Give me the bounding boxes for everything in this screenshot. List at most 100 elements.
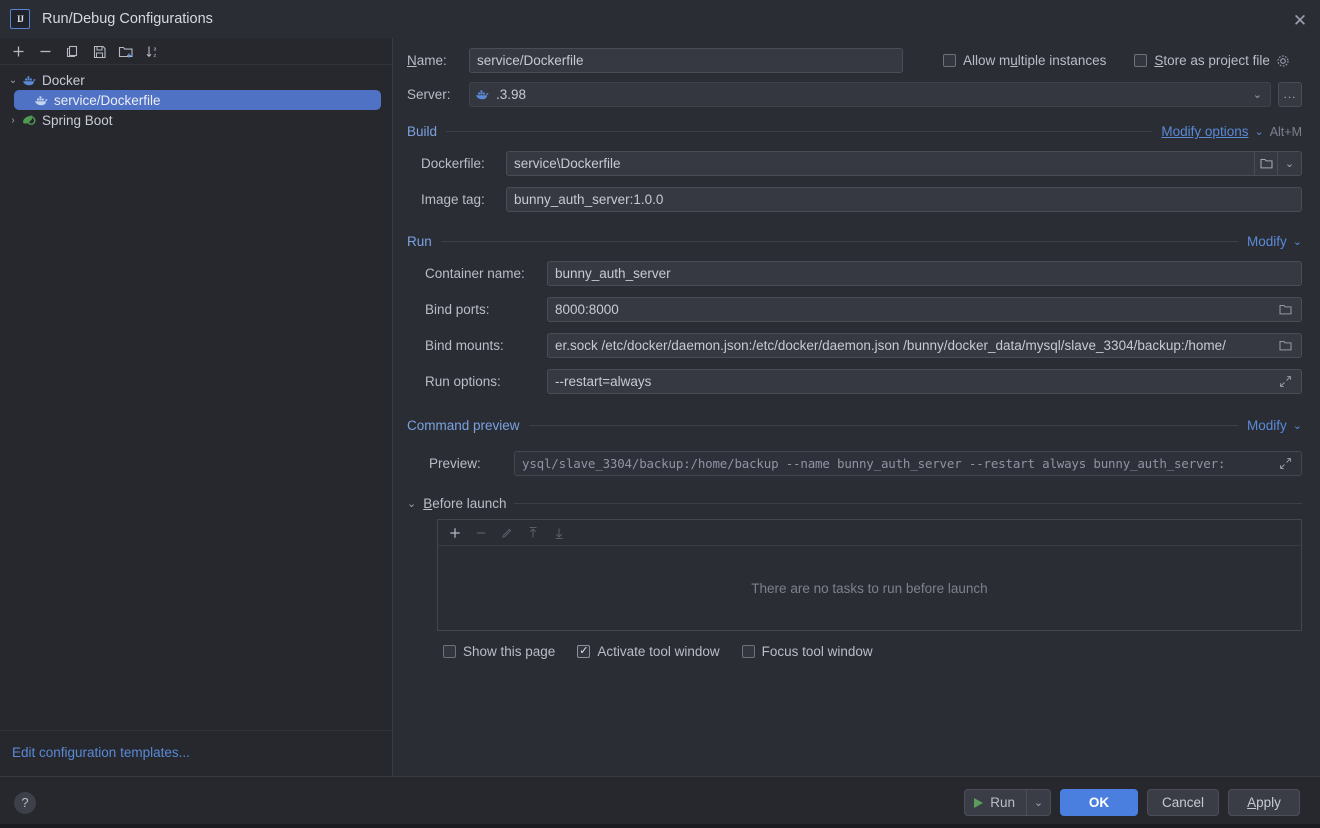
- tree-item-label: service/Dockerfile: [54, 92, 161, 108]
- add-task-button[interactable]: [443, 522, 467, 544]
- server-select[interactable]: .3.98 ⌄: [469, 82, 1271, 107]
- container-name-input[interactable]: bunny_auth_server: [547, 261, 1302, 286]
- folder-add-icon: [118, 46, 133, 57]
- run-options-input[interactable]: --restart=always: [547, 369, 1302, 394]
- chevron-down-icon: ⌄: [1284, 158, 1295, 170]
- plus-icon: [450, 527, 460, 538]
- image-tag-value: bunny_auth_server:1.0.0: [514, 192, 664, 207]
- gear-icon: [1277, 54, 1289, 67]
- allow-multiple-instances-box[interactable]: [943, 54, 956, 67]
- dialog-title: Run/Debug Configurations: [42, 11, 213, 27]
- chevron-down-icon[interactable]: ⌄: [407, 497, 416, 510]
- close-icon[interactable]: ✕: [1288, 8, 1312, 32]
- section-divider: [513, 503, 1302, 504]
- chevron-down-icon[interactable]: ⌄: [1293, 419, 1302, 432]
- chevron-right-icon[interactable]: ›: [6, 113, 20, 127]
- sort-configurations-button[interactable]: a z: [140, 39, 166, 63]
- bind-ports-value: 8000:8000: [555, 302, 619, 317]
- container-name-row: Container name: bunny_auth_server: [407, 261, 1302, 286]
- tree-item-docker[interactable]: ⌄ Docker: [0, 70, 392, 90]
- server-browse-button[interactable]: ...: [1278, 82, 1302, 107]
- show-this-page-label: Show this page: [463, 644, 556, 659]
- bind-ports-row: Bind ports: 8000:8000: [407, 297, 1302, 322]
- configurations-tree[interactable]: ⌄ Docker service/Dockerfile › Spring Boo…: [0, 65, 392, 730]
- move-task-down-button[interactable]: [547, 522, 571, 544]
- store-as-project-file-checkbox[interactable]: Store as project file: [1134, 53, 1290, 68]
- preview-input[interactable]: ysql/slave_3304/backup:/home/backup --na…: [514, 451, 1302, 476]
- remove-configuration-button[interactable]: [32, 39, 58, 63]
- tree-item-label: Spring Boot: [42, 112, 113, 128]
- server-value: .3.98: [496, 87, 527, 102]
- preview-row: Preview: ysql/slave_3304/backup:/home/ba…: [407, 451, 1302, 476]
- bind-ports-browse-icon[interactable]: [1276, 303, 1294, 316]
- play-icon: [974, 797, 984, 808]
- ok-button[interactable]: OK: [1059, 789, 1138, 816]
- configurations-sidebar: a z ⌄ Docker service/Dockerfile › Spring…: [0, 38, 393, 776]
- chevron-down-icon[interactable]: ⌄: [1293, 235, 1302, 248]
- tree-item-service-dockerfile[interactable]: service/Dockerfile: [0, 90, 392, 110]
- bind-mounts-input[interactable]: er.sock /etc/docker/daemon.json:/etc/doc…: [547, 333, 1302, 358]
- bind-ports-label: Bind ports:: [425, 302, 490, 317]
- save-configuration-button[interactable]: [86, 39, 112, 63]
- chevron-down-icon[interactable]: ⌄: [1254, 125, 1263, 138]
- chevron-down-icon[interactable]: ⌄: [1253, 88, 1262, 101]
- dockerfile-dropdown-button[interactable]: ⌄: [1278, 151, 1302, 176]
- cancel-button[interactable]: Cancel: [1146, 789, 1219, 816]
- preview-expand-icon[interactable]: [1276, 457, 1294, 470]
- dialog-titlebar: IJ Run/Debug Configurations ✕: [0, 0, 1320, 38]
- docker-whale-icon: [20, 74, 38, 87]
- focus-tool-window-checkbox[interactable]: Focus tool window: [741, 644, 873, 659]
- apply-button[interactable]: Apply: [1228, 789, 1300, 816]
- name-input-value: service/Dockerfile: [477, 53, 584, 68]
- focus-tool-window-box[interactable]: [741, 645, 755, 658]
- run-dropdown-button[interactable]: ⌄: [1025, 790, 1050, 815]
- build-section-header: Build Modify options ⌄ Alt+M: [407, 124, 1302, 139]
- bind-ports-input[interactable]: 8000:8000: [547, 297, 1302, 322]
- before-launch-toolbar: [438, 520, 1301, 546]
- folder-icon: [1278, 304, 1292, 315]
- chevron-down-icon: ⌄: [1033, 797, 1044, 809]
- sort-alphabetical-icon: a z: [146, 46, 157, 59]
- focus-tool-window-label: Focus tool window: [761, 644, 873, 659]
- run-options-expand-icon[interactable]: [1276, 375, 1294, 388]
- activate-tool-window-checkbox[interactable]: Activate tool window: [577, 644, 720, 659]
- move-task-up-button[interactable]: [521, 522, 545, 544]
- edit-task-button[interactable]: [495, 522, 519, 544]
- remove-task-button[interactable]: [469, 522, 493, 544]
- arrow-down-icon: [555, 528, 563, 539]
- before-launch-header[interactable]: ⌄ Before launch: [407, 496, 1302, 511]
- command-preview-modify-link[interactable]: Modify: [1247, 418, 1287, 433]
- minus-icon: [40, 50, 50, 52]
- name-input[interactable]: service/Dockerfile: [469, 48, 903, 73]
- command-preview-section-header: Command preview Modify ⌄: [407, 418, 1302, 433]
- dockerfile-input[interactable]: service\Dockerfile: [506, 151, 1254, 176]
- chevron-down-icon[interactable]: ⌄: [6, 73, 20, 87]
- command-preview-modify: Modify ⌄: [1247, 418, 1302, 433]
- edit-configuration-templates-link[interactable]: Edit configuration templates...: [12, 745, 190, 760]
- run-debug-configurations-dialog: IJ Run/Debug Configurations ✕ a z ⌄ Dock…: [0, 0, 1320, 828]
- dockerfile-browse-button[interactable]: [1254, 151, 1278, 176]
- plus-icon: [13, 46, 23, 56]
- bind-mounts-browse-icon[interactable]: [1276, 339, 1294, 352]
- image-tag-input[interactable]: bunny_auth_server:1.0.0: [506, 187, 1302, 212]
- bind-mounts-row: Bind mounts: er.sock /etc/docker/daemon.…: [407, 333, 1302, 358]
- show-this-page-box[interactable]: [443, 645, 456, 658]
- run-button-label: Run: [990, 795, 1015, 810]
- image-tag-row: Image tag: bunny_auth_server:1.0.0: [407, 187, 1302, 212]
- activate-tool-window-box[interactable]: [577, 645, 591, 658]
- intellij-logo-text: IJ: [16, 14, 24, 24]
- modify-options-link[interactable]: Modify options: [1161, 124, 1248, 139]
- folder-icon: [1278, 340, 1292, 351]
- run-modify-link[interactable]: Modify: [1247, 234, 1287, 249]
- svg-text:z: z: [154, 53, 157, 59]
- run-button[interactable]: Run: [965, 790, 1026, 815]
- store-as-project-file-box[interactable]: [1134, 54, 1148, 67]
- copy-configuration-button[interactable]: [59, 39, 85, 63]
- tree-item-spring-boot[interactable]: › Spring Boot: [0, 110, 392, 130]
- edit-configuration-templates[interactable]: Edit configuration templates...: [0, 730, 392, 776]
- help-button[interactable]: ?: [14, 791, 36, 814]
- show-this-page-checkbox[interactable]: Show this page: [443, 644, 555, 659]
- allow-multiple-instances-checkbox[interactable]: Allow multiple instances: [943, 53, 1106, 68]
- new-folder-button[interactable]: [113, 39, 139, 63]
- add-configuration-button[interactable]: [5, 39, 31, 63]
